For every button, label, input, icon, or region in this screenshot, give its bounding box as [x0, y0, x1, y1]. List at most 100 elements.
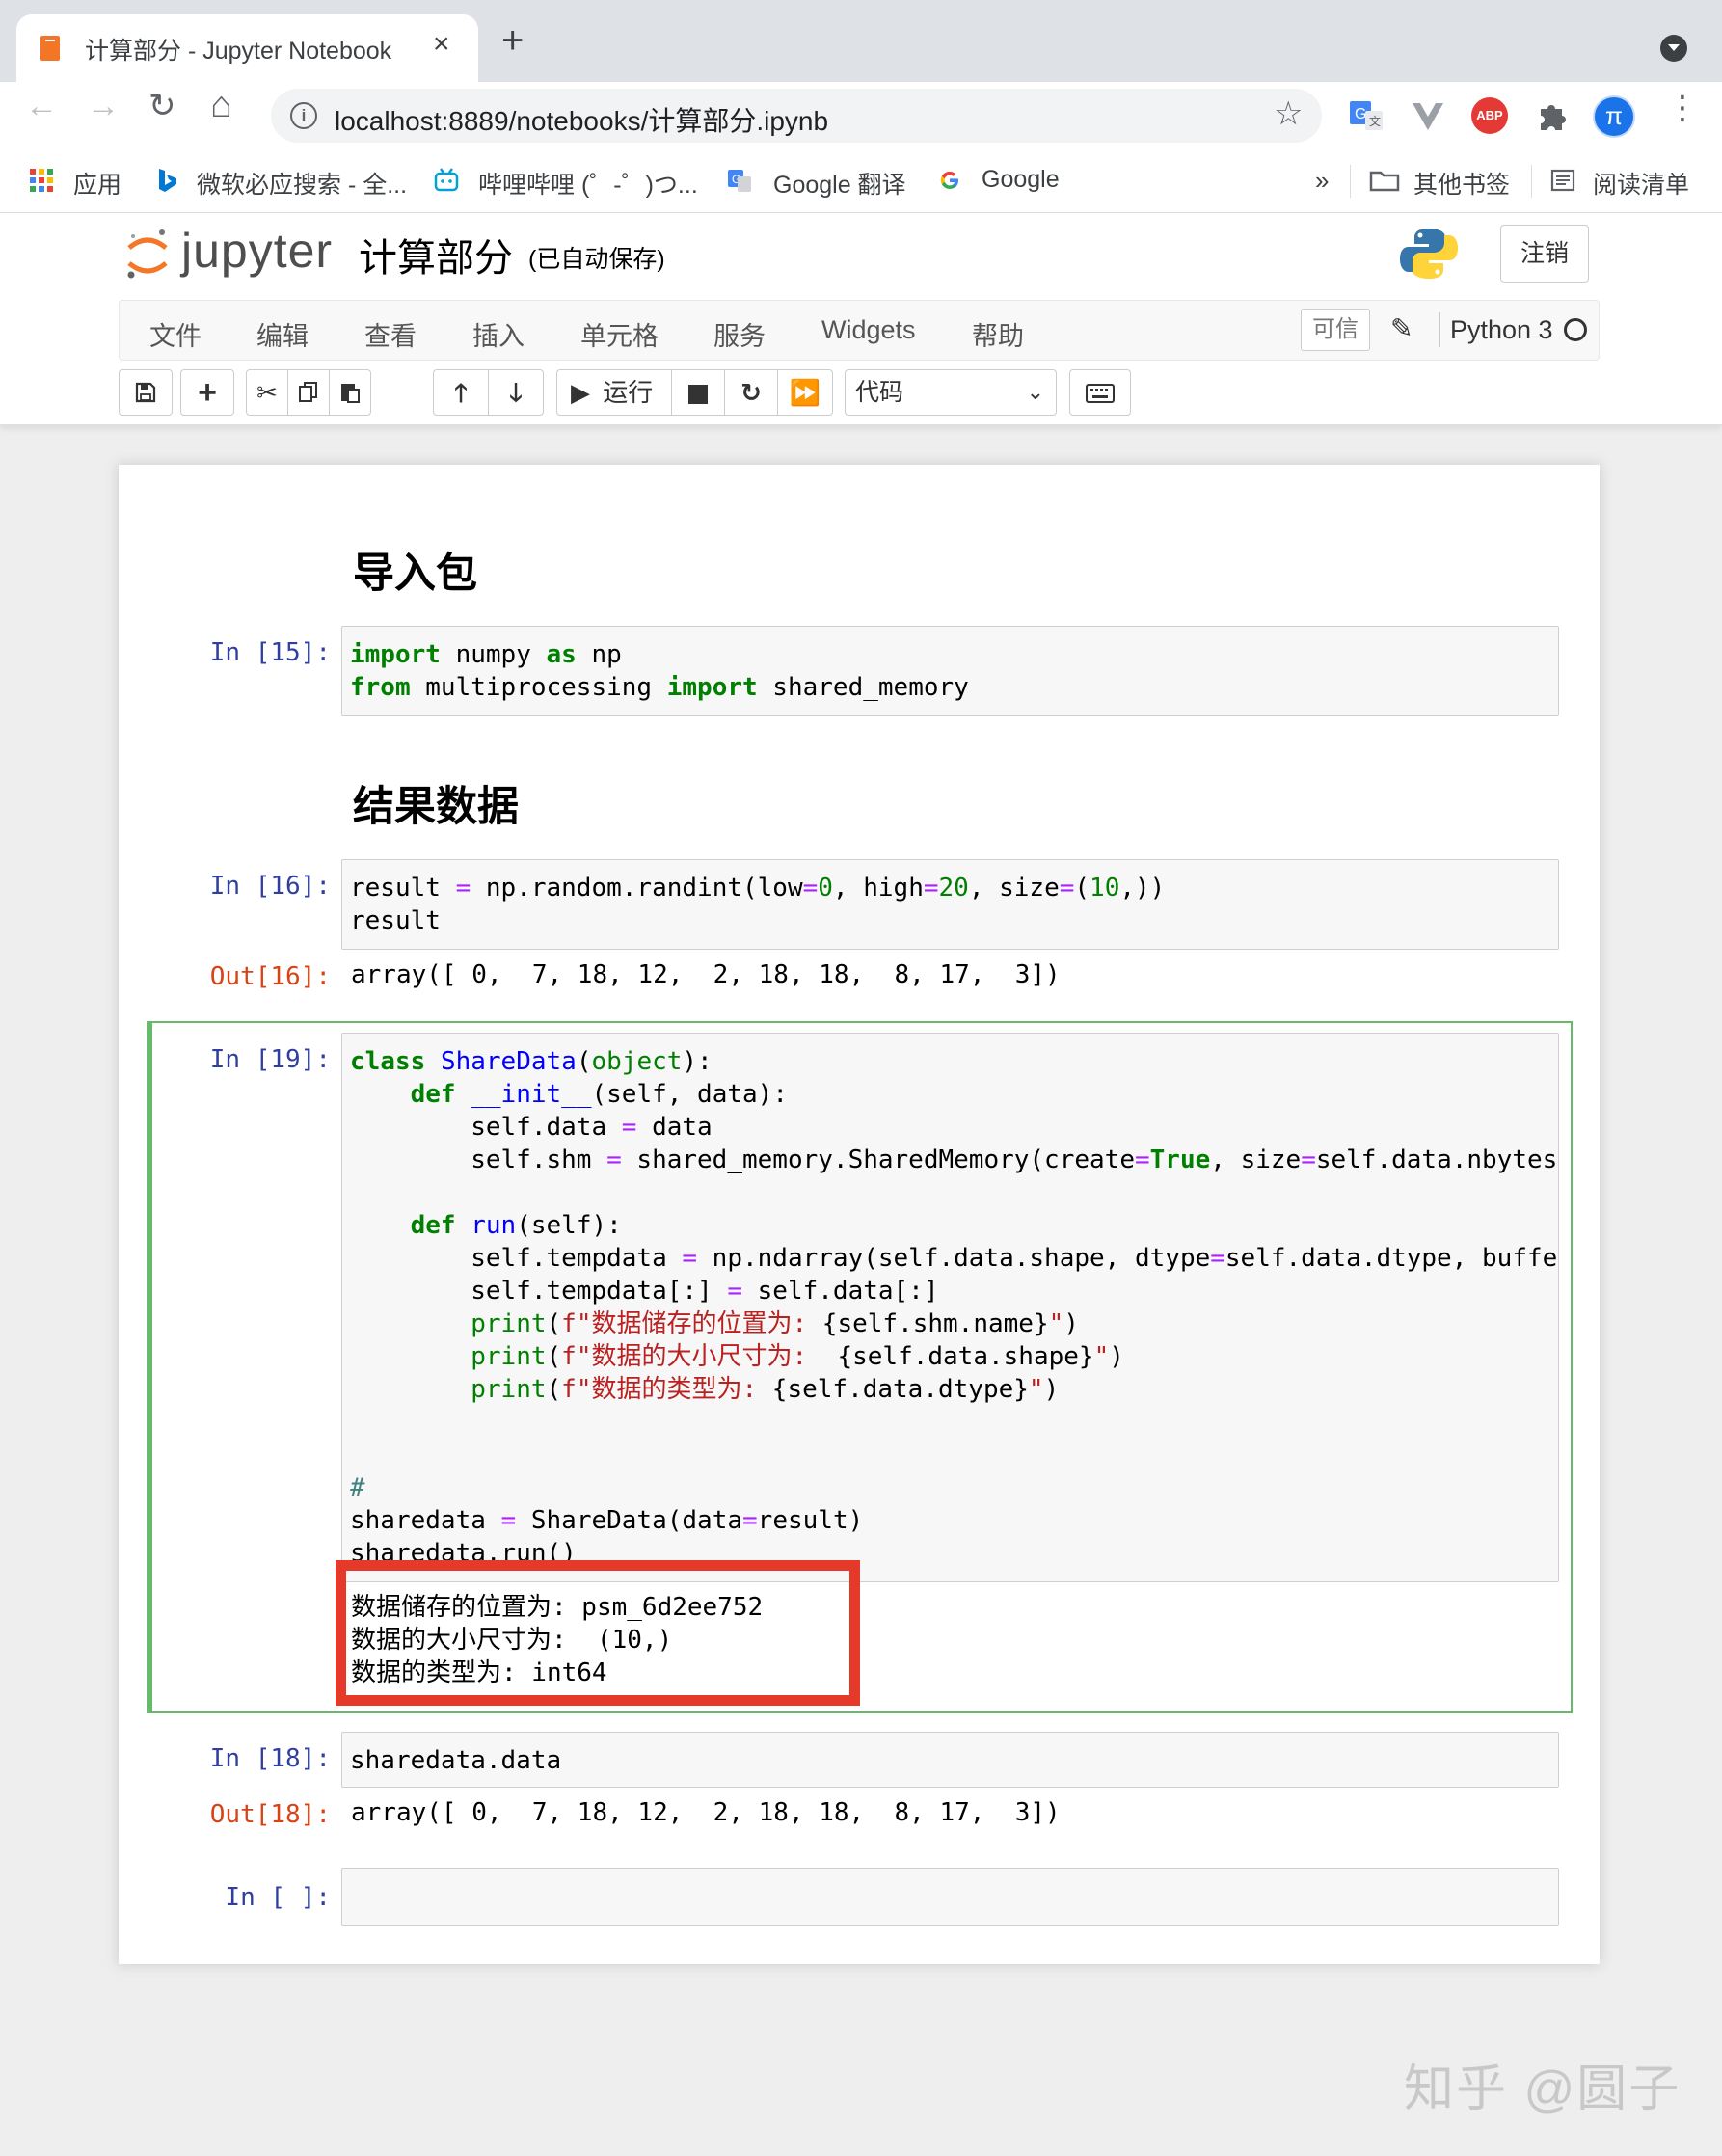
save-icon [135, 382, 156, 403]
insert-cell-button[interactable]: + [180, 369, 234, 416]
chevron-down-icon: ⌄ [1026, 380, 1044, 404]
bookmarks-overflow-icon[interactable]: » [1315, 166, 1329, 196]
bookmark-bing[interactable]: 微软必应搜索 - 全... [197, 166, 407, 201]
cell-type-value: 代码 [855, 379, 904, 406]
google-translate-icon: G [728, 170, 751, 192]
scissors-icon: ✂ [256, 378, 278, 407]
url-text[interactable]: localhost:8889/notebooks/计算部分.ipynb [335, 100, 828, 139]
bing-icon [159, 169, 176, 192]
google-translate-extension-icon[interactable]: G 文 [1348, 97, 1385, 134]
highlight-annotation-box [336, 1560, 860, 1706]
bookmark-divider-2 [1531, 165, 1532, 198]
input-prompt: In [16]: [209, 872, 331, 901]
menu-help[interactable]: 帮助 [972, 315, 1024, 353]
extensions-puzzle-icon[interactable] [1533, 97, 1570, 134]
input-prompt: In [15]: [209, 638, 331, 667]
tab-search-icon[interactable] [1660, 35, 1687, 62]
cell-type-select[interactable]: 代码 ⌄ [845, 369, 1057, 416]
code-cell-input[interactable]: result = np.random.randint(low=0, high=2… [341, 859, 1559, 950]
svg-text:G: G [1355, 106, 1366, 122]
restart-button[interactable]: ↻ [724, 369, 778, 416]
menu-widgets[interactable]: Widgets [821, 315, 916, 345]
bookmark-google-translate[interactable]: Google 翻译 [773, 166, 906, 201]
browser-tab-active[interactable]: 计算部分 - Jupyter Notebook × [16, 14, 478, 82]
restart-run-all-button[interactable]: ⏩ [777, 369, 833, 416]
browser-menu-icon[interactable]: ⋮ [1666, 92, 1699, 124]
arrow-down-icon: 🡓 [509, 378, 523, 407]
command-palette-button[interactable] [1069, 369, 1131, 416]
address-bar[interactable]: i localhost:8889/notebooks/计算部分.ipynb ☆ [271, 89, 1322, 143]
back-button[interactable]: ← [25, 90, 58, 122]
jupyter-logo-icon[interactable] [125, 227, 170, 284]
notebook-container: 导入包 In [15]: import numpy as np from mul… [119, 465, 1600, 1964]
vue-devtools-extension-icon[interactable] [1410, 97, 1446, 134]
paste-icon [341, 384, 360, 403]
markdown-heading-import[interactable]: 导入包 [353, 540, 477, 600]
code-cell-input[interactable]: import numpy as np from multiprocessing … [341, 626, 1559, 716]
menu-kernel[interactable]: 服务 [713, 315, 766, 353]
autosave-status: (已自动保存) [528, 246, 665, 273]
logout-button[interactable]: 注销 [1500, 225, 1589, 283]
paste-button[interactable] [329, 369, 371, 416]
svg-text:文: 文 [1369, 114, 1381, 128]
menubar: 文件 编辑 查看 插入 单元格 服务 Widgets 帮助 可信 ✎ Pytho… [119, 300, 1600, 361]
menu-edit[interactable]: 编辑 [256, 315, 309, 353]
notebook-title[interactable]: 计算部分 [359, 227, 513, 283]
play-icon: ▶ [571, 378, 590, 407]
arrow-up-icon: 🡑 [454, 378, 468, 407]
menu-insert[interactable]: 插入 [472, 315, 525, 353]
bookmark-other[interactable]: 其他书签 [1413, 166, 1510, 201]
jupyter-header: jupyter 计算部分 (已自动保存) 注销 [0, 213, 1722, 300]
run-button[interactable]: ▶ 运行 [556, 369, 672, 416]
move-down-button[interactable]: 🡓 [488, 369, 544, 416]
kernel-separator [1439, 312, 1440, 347]
plus-icon: + [198, 374, 217, 411]
copy-icon [299, 382, 317, 402]
home-button[interactable]: ⌂ [210, 87, 232, 123]
profile-avatar-icon[interactable]: π [1593, 95, 1635, 138]
site-info-icon[interactable]: i [290, 102, 317, 129]
code-cell-input[interactable]: class ShareData(object): def __init__(se… [341, 1033, 1559, 1582]
interrupt-button[interactable] [671, 369, 725, 416]
restart-icon: ↻ [740, 378, 762, 407]
bookmark-reading-list[interactable]: 阅读清单 [1593, 166, 1689, 201]
adblock-plus-extension-icon[interactable]: ABP [1471, 97, 1508, 134]
save-button[interactable] [119, 369, 173, 416]
notebook-toolbar-area: 文件 编辑 查看 插入 单元格 服务 Widgets 帮助 可信 ✎ Pytho… [0, 300, 1722, 425]
input-prompt: In [ ]: [225, 1883, 331, 1912]
trusted-indicator[interactable]: 可信 [1301, 309, 1370, 351]
bookmark-google[interactable]: Google [982, 166, 1060, 194]
menu-cell[interactable]: 单元格 [580, 315, 659, 353]
bookmark-apps[interactable]: 应用 [73, 166, 121, 201]
code-text: import numpy as np from multiprocessing … [350, 640, 969, 702]
cut-button[interactable]: ✂ [246, 369, 288, 416]
google-icon [940, 171, 958, 190]
bookmark-star-icon[interactable]: ☆ [1274, 94, 1303, 133]
menu-view[interactable]: 查看 [364, 315, 417, 353]
python-logo-icon [1400, 229, 1458, 279]
reload-button[interactable]: ↻ [148, 90, 176, 122]
copy-button[interactable] [287, 369, 330, 416]
move-up-button[interactable]: 🡑 [433, 369, 489, 416]
new-tab-button[interactable]: + [501, 21, 524, 60]
tab-close-icon[interactable]: × [433, 28, 450, 61]
empty-code-cell-input[interactable] [341, 1868, 1559, 1926]
keyboard-icon [1086, 384, 1115, 403]
apps-grid-icon[interactable] [29, 168, 54, 193]
reading-list-icon [1550, 169, 1575, 192]
folder-icon [1369, 171, 1400, 192]
jupyter-logo-text[interactable]: jupyter [181, 223, 333, 279]
menu-file[interactable]: 文件 [149, 315, 202, 353]
forward-button[interactable]: → [87, 90, 120, 122]
kernel-name[interactable]: Python 3 [1450, 315, 1553, 345]
browser-toolbar: ← → ↻ ⌂ i localhost:8889/notebooks/计算部分.… [0, 82, 1722, 149]
notebook-favicon-icon [40, 36, 60, 61]
bilibili-icon [434, 168, 459, 192]
fast-forward-icon: ⏩ [789, 378, 821, 407]
markdown-heading-result-data[interactable]: 结果数据 [353, 773, 519, 833]
stop-icon [688, 385, 708, 405]
bookmark-bilibili[interactable]: 哔哩哔哩 (゜-゜)つ... [478, 166, 698, 201]
bookmarks-bar: 应用 微软必应搜索 - 全... 哔哩哔哩 (゜-゜)つ... G Google… [0, 149, 1722, 213]
code-text: sharedata.data [350, 1746, 562, 1775]
code-cell-input[interactable]: sharedata.data [341, 1732, 1559, 1788]
